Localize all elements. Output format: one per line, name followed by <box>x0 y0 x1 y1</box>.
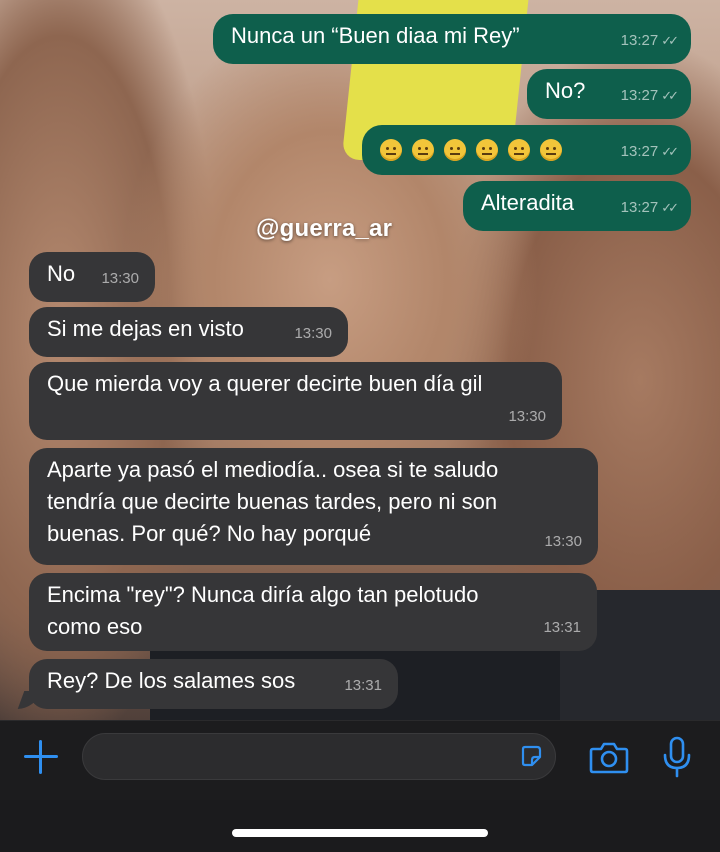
message-time: 13:27 <box>620 87 659 104</box>
camera-icon[interactable] <box>589 740 629 774</box>
read-receipt-icon: ✓✓ <box>661 200 679 215</box>
emoji-row <box>380 131 572 167</box>
message-time: 13:27 <box>620 143 659 160</box>
message-text: Nunca un “Buen diaa mi Rey” <box>231 23 520 48</box>
read-receipt-icon: ✓✓ <box>661 33 679 48</box>
read-receipt-icon: ✓✓ <box>661 88 679 103</box>
message-time: 13:30 <box>544 533 582 550</box>
message-time: 13:27 <box>620 199 659 216</box>
frowning-face-icon <box>508 139 530 161</box>
frowning-face-icon <box>444 139 466 161</box>
frowning-face-icon <box>412 139 434 161</box>
message-text: Rey? De los salames sos <box>47 668 296 693</box>
outgoing-message[interactable]: Nunca un “Buen diaa mi Rey” 13:27 ✓✓ <box>213 14 691 64</box>
message-text: Que mierda voy a querer decirte buen día… <box>47 371 483 396</box>
message-text-line: como eso <box>47 614 143 639</box>
outgoing-message[interactable]: Alteradita 13:27 ✓✓ <box>463 181 691 231</box>
home-bar-area <box>0 800 720 852</box>
frowning-face-icon <box>540 139 562 161</box>
message-time: 13:31 <box>344 677 382 694</box>
message-time: 13:30 <box>294 325 332 342</box>
message-time: 13:27 <box>620 32 659 49</box>
incoming-message[interactable]: Encima "rey"? Nunca diría algo tan pelot… <box>29 573 597 651</box>
incoming-message[interactable]: Si me dejas en visto 13:30 <box>29 307 348 357</box>
message-text: No? <box>545 78 586 103</box>
incoming-message[interactable]: No 13:30 <box>29 252 155 302</box>
message-text-line: Aparte ya pasó el mediodía.. osea si te … <box>47 457 499 482</box>
watermark-text: @guerra_ar <box>256 215 393 242</box>
plus-icon[interactable] <box>22 738 60 776</box>
message-text: No <box>47 261 76 286</box>
outgoing-message[interactable]: No? 13:27 ✓✓ <box>527 69 691 119</box>
frowning-face-icon <box>476 139 498 161</box>
message-text: Alteradita <box>481 190 574 215</box>
incoming-message[interactable]: Aparte ya pasó el mediodía.. osea si te … <box>29 448 598 565</box>
message-text: Si me dejas en visto <box>47 316 244 341</box>
frowning-face-icon <box>380 139 402 161</box>
read-receipt-icon: ✓✓ <box>661 144 679 159</box>
microphone-icon[interactable] <box>662 736 692 778</box>
incoming-message[interactable]: Que mierda voy a querer decirte buen día… <box>29 362 562 440</box>
message-input[interactable] <box>82 733 556 780</box>
outgoing-message[interactable]: 13:27 ✓✓ <box>362 125 691 175</box>
message-time: 13:31 <box>543 619 581 636</box>
sticker-icon[interactable] <box>519 744 543 768</box>
message-text-line: buenas. Por qué? No hay porqué <box>47 521 372 546</box>
message-text-line: Encima "rey"? Nunca diría algo tan pelot… <box>47 582 479 607</box>
incoming-message[interactable]: Rey? De los salames sos 13:31 <box>17 659 398 709</box>
message-text-line: tendría que decirte buenas tardes, pero … <box>47 489 498 514</box>
home-indicator[interactable] <box>232 829 488 837</box>
message-time: 13:30 <box>101 270 139 287</box>
message-time: 13:30 <box>508 408 546 425</box>
